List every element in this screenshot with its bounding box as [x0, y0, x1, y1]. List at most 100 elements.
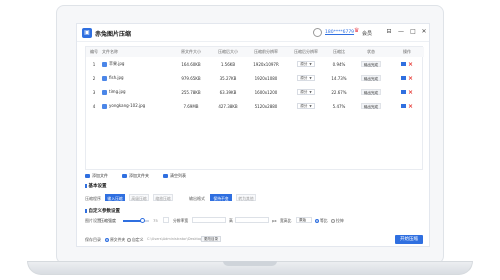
image-file-icon	[102, 61, 107, 67]
close-button[interactable]: ✕	[420, 28, 428, 35]
row-index: 3	[92, 89, 96, 95]
mode-input-compress-button[interactable]: 输入压缩	[105, 194, 125, 201]
file-name: 苹果.jpg	[109, 61, 125, 66]
basic-settings-title: 基本设置	[85, 183, 107, 189]
orig-size: 255.78KB	[181, 89, 201, 95]
file-name: yongkang-102.jpg	[109, 103, 146, 109]
target-resolution-value: 原分	[300, 76, 308, 80]
orig-size: 7.69MB	[183, 103, 199, 109]
user-phone-link[interactable]: 180****6779	[325, 30, 354, 35]
ratio: 5.47%	[332, 103, 346, 109]
delete-icon[interactable]: ×	[408, 103, 413, 110]
aspect-select[interactable]: 原始	[296, 217, 312, 223]
status-button[interactable]: 输出完成	[361, 103, 381, 109]
image-file-icon	[102, 103, 107, 109]
target-resolution-value: 原分	[300, 62, 308, 66]
row-index: 2	[92, 75, 96, 81]
radio-on-icon	[315, 219, 319, 223]
target-resolution-select[interactable]: 原分 ▼	[297, 89, 315, 95]
add-file-icon	[85, 174, 90, 178]
keep-ratio-radio[interactable]: 等比	[315, 218, 328, 224]
col-header-new-size: 压缩后大小	[210, 47, 246, 57]
target-resolution-value: 原分	[300, 104, 308, 108]
app-window: ▣ 赤兔图片压缩 180****6779 ♛ 会员 ⊟ — □ ✕ 编号 文件名…	[76, 23, 430, 247]
output-custom-label: 自定义	[132, 237, 144, 242]
radio-off-icon	[127, 238, 131, 242]
format-convert-button[interactable]: 转为其他	[236, 194, 256, 201]
delete-icon[interactable]: ×	[408, 89, 413, 96]
clear-list-button[interactable]: 清空列表	[163, 173, 186, 179]
width-input[interactable]	[192, 217, 226, 223]
col-header-status: 状态	[352, 47, 390, 57]
row-index: 1	[92, 61, 96, 67]
quality-value: 75	[153, 218, 158, 223]
row-index: 4	[92, 103, 96, 109]
status-button[interactable]: 输出完成	[361, 75, 381, 81]
col-header-name: 文件名称	[102, 47, 172, 57]
mode-scale-compress-button[interactable]: 缩放压缩	[153, 194, 173, 201]
stretch-radio[interactable]: 拉伸	[331, 218, 344, 224]
add-folder-button[interactable]: 添加文件夹	[122, 173, 149, 179]
width-label: 分辨率宽	[173, 218, 189, 223]
target-resolution-select[interactable]: 原分 ▼	[297, 75, 315, 81]
delete-icon[interactable]: ×	[408, 75, 413, 82]
minimize-button[interactable]: —	[397, 28, 405, 35]
mode-label: 压缩程序	[85, 196, 101, 201]
add-folder-label: 添加文件夹	[129, 173, 149, 178]
add-files-label: 添加文件	[92, 173, 108, 178]
image-file-icon	[102, 75, 107, 81]
ratio: 14.73%	[331, 75, 347, 81]
open-folder-icon[interactable]	[400, 76, 406, 80]
orig-size: 164.60KB	[181, 61, 201, 67]
app-title: 赤兔图片压缩	[95, 31, 132, 38]
menu-window-button[interactable]: ⊟	[385, 28, 393, 35]
col-header-ratio: 压缩比	[326, 47, 352, 57]
quality-stepper[interactable]	[163, 217, 169, 223]
change-dir-button[interactable]: 更改目录	[201, 236, 221, 242]
output-custom-radio[interactable]: 自定义	[127, 237, 143, 243]
table-row[interactable]: 1 苹果.jpg 164.60KB 1.56KB 1920x1097R 原分 ▼ …	[86, 57, 424, 71]
orig-size: 979.65KB	[181, 75, 201, 81]
laptop-notch	[223, 261, 277, 266]
status-button[interactable]: 输出完成	[361, 61, 381, 67]
open-folder-icon[interactable]	[400, 62, 406, 66]
file-name: fish.jpg	[109, 75, 124, 81]
orig-resolution: 1920x1097R	[253, 61, 279, 67]
table-row[interactable]: 4 yongkang-102.jpg 7.69MB 427.38KB 5120x…	[86, 99, 424, 113]
user-avatar-icon[interactable]	[313, 28, 322, 37]
new-size: 1.56KB	[220, 61, 236, 67]
chevron-down-icon: ▼	[309, 76, 312, 80]
mode-advanced-compress-button[interactable]: 高级压缩	[129, 194, 149, 201]
radio-off-icon	[331, 219, 335, 223]
chevron-down-icon: ▼	[309, 62, 312, 66]
table-row[interactable]: 3 timg.jpg 255.78KB 63.39KB 1600x1200 原分…	[86, 85, 424, 99]
height-input[interactable]	[235, 217, 269, 223]
status-button[interactable]: 输出完成	[361, 89, 381, 95]
start-compress-button[interactable]: 开始压缩	[395, 235, 423, 244]
new-size: 63.39KB	[219, 89, 237, 95]
table-row[interactable]: 2 fish.jpg 979.65KB 35.27KB 1920x1080 原分…	[86, 71, 424, 85]
clear-list-label: 清空列表	[170, 173, 186, 178]
open-folder-icon[interactable]	[400, 104, 406, 108]
quality-slider[interactable]	[123, 218, 149, 223]
maximize-button[interactable]: □	[409, 28, 417, 35]
image-file-icon	[102, 89, 107, 95]
vip-label[interactable]: 会员	[362, 30, 372, 37]
folder-icon	[122, 174, 127, 178]
target-resolution-select[interactable]: 原分 ▼	[297, 103, 315, 109]
orig-resolution: 1600x1200	[254, 89, 278, 95]
quality-slider-thumb[interactable]	[140, 218, 145, 223]
unit-label: px	[272, 218, 277, 223]
open-folder-icon[interactable]	[400, 90, 406, 94]
ratio: 22.67%	[331, 89, 347, 95]
aspect-label: 宽高比	[280, 218, 292, 223]
target-resolution-select[interactable]: 原分 ▼	[297, 61, 315, 67]
add-files-button[interactable]: 添加文件	[85, 173, 108, 179]
format-keep-button[interactable]: 保持不变	[210, 194, 232, 201]
delete-icon[interactable]: ×	[408, 61, 413, 68]
height-label: 高	[229, 218, 233, 223]
col-header-index: 编号	[86, 47, 102, 57]
output-original-radio[interactable]: 原文件夹	[105, 237, 125, 243]
output-dir-label: 保存目录	[85, 237, 101, 242]
file-toolbar: 添加文件 添加文件夹 清空列表	[85, 172, 186, 180]
